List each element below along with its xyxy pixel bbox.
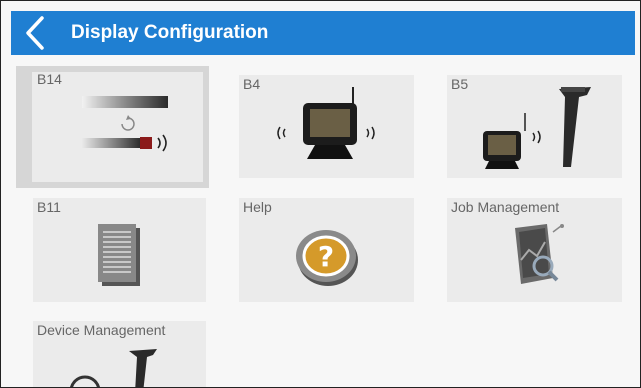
device-management-icon: [70, 349, 157, 387]
tile-b5-inner: B5: [447, 75, 622, 178]
wireless-display-icon: [277, 87, 375, 159]
tile-b4[interactable]: B4: [239, 75, 414, 178]
tile-device-management[interactable]: Device Management: [33, 321, 206, 387]
tile-b14-label: B14: [37, 71, 62, 87]
chevron-left-icon: [26, 16, 44, 50]
tile-device-management-label: Device Management: [37, 322, 166, 338]
tile-b4-inner: B4: [239, 75, 414, 178]
app-window: Display Configuration B14 B4 B5 B11 Help…: [0, 0, 641, 388]
tile-help-label: Help: [243, 199, 272, 215]
tile-b4-label: B4: [243, 76, 261, 92]
tile-b14-inner: B14: [32, 71, 203, 182]
display-and-locator-icon: [483, 87, 591, 169]
tile-b11[interactable]: B11: [33, 198, 206, 302]
tile-b14[interactable]: B14: [16, 66, 209, 188]
page-title: Display Configuration: [71, 22, 269, 43]
tile-job-management[interactable]: Job Management: [447, 198, 622, 302]
help-icon: ?: [296, 230, 358, 286]
tile-help-inner: Help ?: [239, 198, 414, 302]
tile-job-management-inner: Job Management: [447, 198, 622, 302]
header-bar: Display Configuration: [11, 11, 635, 55]
tile-device-management-inner: Device Management: [33, 321, 206, 387]
tile-job-management-label: Job Management: [451, 199, 560, 215]
tile-b5-label: B5: [451, 76, 469, 92]
b14-sensor-icon: [82, 96, 168, 152]
back-button[interactable]: [11, 11, 59, 55]
job-management-icon: [515, 224, 564, 284]
tile-b11-label: B11: [37, 199, 61, 215]
tile-help[interactable]: Help ?: [239, 198, 414, 302]
tile-b5[interactable]: B5: [447, 75, 622, 178]
tile-b11-inner: B11: [33, 198, 206, 302]
svg-text:?: ?: [318, 240, 334, 273]
document-icon: [98, 224, 140, 286]
